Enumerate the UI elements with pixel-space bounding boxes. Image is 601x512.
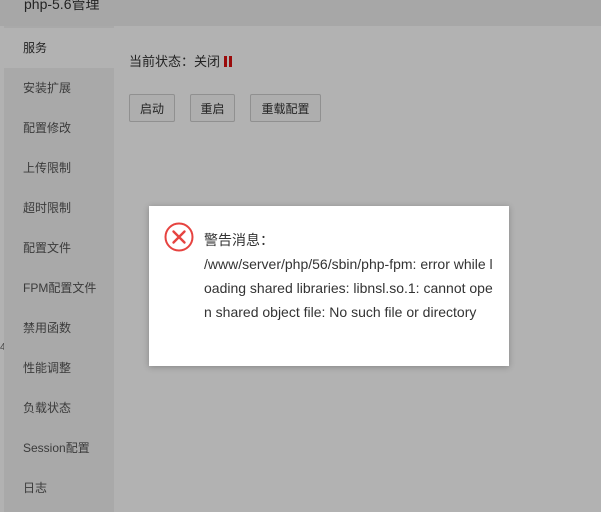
page: php-5.6管理 4 服务 安装扩展 配置修改 上传限制 超时限制 配置文件 … <box>0 0 601 512</box>
error-circle-icon <box>164 222 194 252</box>
dialog-message-block: 警告消息： /www/server/php/56/sbin/php-fpm: e… <box>204 228 494 324</box>
error-dialog: 警告消息： /www/server/php/56/sbin/php-fpm: e… <box>149 206 509 366</box>
dialog-title: 警告消息： <box>204 232 274 248</box>
dialog-message: /www/server/php/56/sbin/php-fpm: error w… <box>204 256 493 320</box>
